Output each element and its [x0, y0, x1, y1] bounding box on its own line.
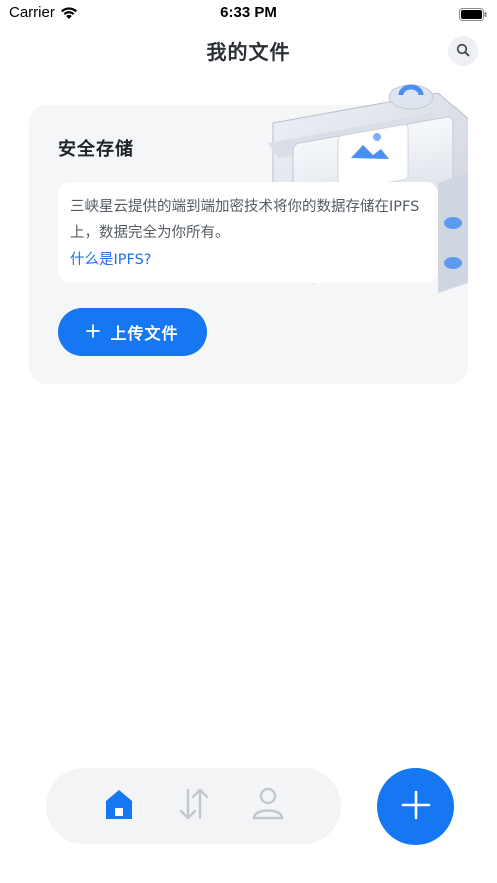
status-time: 6:33 PM — [220, 4, 277, 21]
what-is-ipfs-link[interactable]: 什么是IPFS? — [70, 248, 152, 269]
tab-home[interactable] — [99, 784, 139, 828]
search-button[interactable] — [448, 36, 478, 66]
tab-profile[interactable] — [248, 784, 288, 828]
upload-file-button[interactable]: 上传文件 — [58, 308, 207, 356]
upload-button-label: 上传文件 — [110, 324, 179, 343]
home-icon — [104, 787, 134, 825]
plus-icon — [401, 790, 431, 824]
card-description: 三峡星云提供的端到端加密技术将你的数据存储在IPFS上，数据完全为你所有。 — [70, 199, 420, 241]
add-button[interactable] — [377, 768, 454, 845]
plus-icon — [86, 323, 101, 342]
battery-icon — [459, 6, 487, 25]
page-title: 我的文件 — [206, 40, 291, 64]
status-bar: Carrier 6:33 PM — [0, 0, 497, 26]
transfer-icon — [177, 786, 211, 826]
profile-icon — [250, 786, 286, 826]
tab-transfer[interactable] — [174, 784, 214, 828]
card-title: 安全存储 — [58, 139, 134, 160]
search-icon — [456, 42, 470, 61]
